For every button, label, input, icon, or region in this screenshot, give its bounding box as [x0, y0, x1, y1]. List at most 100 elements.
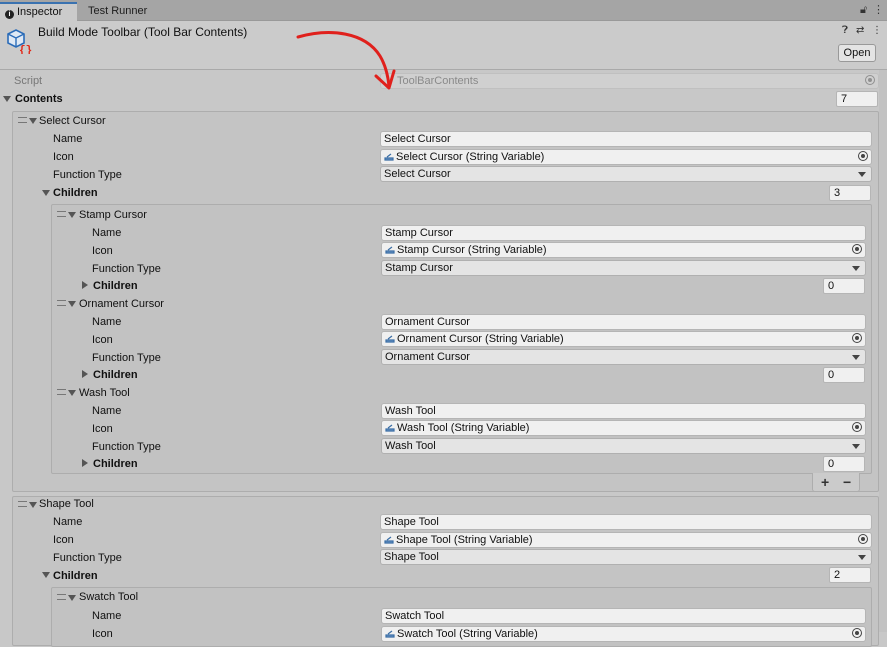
children-label: Children: [53, 187, 98, 199]
name-field[interactable]: Swatch Tool: [381, 608, 866, 624]
drag-handle-icon[interactable]: [57, 300, 66, 306]
name-label: Name: [92, 316, 122, 328]
help-icon[interactable]: ❓︎: [842, 25, 848, 36]
children-size-field[interactable]: 3: [829, 185, 871, 201]
icon-object-value: Select Cursor (String Variable): [396, 151, 545, 163]
foldout-arrow-icon[interactable]: [68, 595, 76, 601]
icon-label: Icon: [92, 423, 113, 435]
foldout-arrow-icon[interactable]: [29, 118, 37, 124]
list-add-remove-controls: + −: [812, 473, 860, 492]
open-button[interactable]: Open: [838, 44, 876, 62]
function-type-dropdown[interactable]: Shape Tool: [380, 549, 872, 565]
children-size-field[interactable]: 2: [829, 567, 871, 583]
function-type-dropdown[interactable]: Ornament Cursor: [381, 349, 866, 365]
foldout-arrow-icon[interactable]: [42, 572, 50, 578]
tab-inspector[interactable]: i Inspector: [0, 2, 77, 21]
icon-object-field[interactable]: Wash Tool (String Variable): [381, 420, 866, 436]
foldout-arrow-icon[interactable]: [68, 390, 76, 396]
function-type-dropdown[interactable]: Wash Tool: [381, 438, 866, 454]
more-menu-icon[interactable]: ⋮: [873, 3, 884, 16]
drag-handle-icon[interactable]: [57, 594, 66, 600]
icon-object-field[interactable]: Swatch Tool (String Variable): [381, 626, 866, 642]
function-type-value: Ornament Cursor: [385, 351, 470, 363]
remove-element-button[interactable]: −: [843, 474, 851, 490]
preset-icon[interactable]: ⇄: [856, 25, 864, 36]
foldout-arrow-icon[interactable]: [29, 502, 37, 508]
function-type-label: Function Type: [53, 169, 122, 181]
object-picker-icon[interactable]: [852, 628, 862, 638]
scrollbar[interactable]: [879, 70, 887, 632]
element-title: Swatch Tool: [79, 591, 139, 603]
function-type-label: Function Type: [92, 263, 161, 275]
context-menu-icon[interactable]: ⋮: [872, 25, 882, 36]
object-picker-icon[interactable]: [858, 534, 868, 544]
name-field[interactable]: Select Cursor: [380, 131, 872, 147]
icon-label: Icon: [53, 534, 74, 546]
drag-handle-icon[interactable]: [57, 211, 66, 217]
lock-icon[interactable]: 🔓︎: [860, 4, 867, 17]
icon-label: Icon: [92, 245, 113, 257]
header-title: Build Mode Toolbar (Tool Bar Contents): [38, 25, 248, 39]
object-picker-icon[interactable]: [852, 422, 862, 432]
icon-object-value: Swatch Tool (String Variable): [397, 628, 538, 640]
foldout-arrow-icon[interactable]: [42, 190, 50, 196]
info-icon: i: [5, 10, 14, 19]
icon-object-field[interactable]: Select Cursor (String Variable): [380, 149, 872, 165]
drag-handle-icon[interactable]: [18, 501, 27, 507]
foldout-arrow-icon[interactable]: [68, 301, 76, 307]
children-size-field[interactable]: 0: [823, 456, 865, 472]
scriptable-object-icon: {}: [7, 29, 32, 54]
element-title: Select Cursor: [39, 115, 106, 127]
script-label: Script: [14, 75, 43, 87]
foldout-arrow-icon[interactable]: [3, 96, 11, 102]
script-field: ToolBarContents: [380, 73, 879, 89]
add-element-button[interactable]: +: [821, 474, 829, 490]
function-type-value: Shape Tool: [384, 551, 439, 563]
icon-object-field[interactable]: Ornament Cursor (String Variable): [381, 331, 866, 347]
foldout-arrow-icon[interactable]: [68, 212, 76, 218]
dropdown-arrow-icon: [852, 266, 860, 271]
drag-handle-icon[interactable]: [18, 117, 27, 123]
dropdown-arrow-icon: [852, 355, 860, 360]
function-type-label: Function Type: [92, 352, 161, 364]
foldout-arrow-icon[interactable]: [82, 459, 88, 467]
name-field[interactable]: Shape Tool: [380, 514, 872, 530]
tab-inspector-label: Inspector: [17, 6, 63, 18]
string-variable-icon: [385, 335, 395, 343]
children-size-field[interactable]: 0: [823, 367, 865, 383]
icon-object-value: Ornament Cursor (String Variable): [397, 333, 564, 345]
object-picker-icon[interactable]: [852, 244, 862, 254]
icon-object-field[interactable]: Stamp Cursor (String Variable): [381, 242, 866, 258]
name-label: Name: [92, 610, 122, 622]
function-type-value: Stamp Cursor: [385, 262, 453, 274]
inspector-header: {} Build Mode Toolbar (Tool Bar Contents…: [0, 21, 887, 70]
string-variable-icon: [384, 153, 394, 161]
foldout-arrow-icon[interactable]: [82, 370, 88, 378]
object-picker-icon[interactable]: [852, 333, 862, 343]
function-type-value: Wash Tool: [385, 440, 436, 452]
contents-size-field[interactable]: 7: [836, 91, 878, 107]
foldout-arrow-icon[interactable]: [82, 281, 88, 289]
element-title: Shape Tool: [39, 498, 94, 510]
element-title: Wash Tool: [79, 387, 130, 399]
string-variable-icon: [385, 424, 395, 432]
icon-object-value: Wash Tool (String Variable): [397, 422, 530, 434]
name-field[interactable]: Wash Tool: [381, 403, 866, 419]
icon-object-field[interactable]: Shape Tool (String Variable): [380, 532, 872, 548]
drag-handle-icon[interactable]: [57, 389, 66, 395]
icon-object-value: Shape Tool (String Variable): [396, 534, 533, 546]
object-picker-icon[interactable]: [858, 151, 868, 161]
function-type-dropdown[interactable]: Select Cursor: [380, 166, 872, 182]
name-label: Name: [92, 405, 122, 417]
name-field[interactable]: Ornament Cursor: [381, 314, 866, 330]
function-type-dropdown[interactable]: Stamp Cursor: [381, 260, 866, 276]
name-field[interactable]: Stamp Cursor: [381, 225, 866, 241]
children-label: Children: [93, 458, 138, 470]
children-size-field[interactable]: 0: [823, 278, 865, 294]
tab-test-runner[interactable]: Test Runner: [80, 2, 158, 21]
name-label: Name: [92, 227, 122, 239]
children-label: Children: [93, 280, 138, 292]
annotation-arrow: [296, 31, 396, 90]
function-type-label: Function Type: [92, 441, 161, 453]
function-type-label: Function Type: [53, 552, 122, 564]
